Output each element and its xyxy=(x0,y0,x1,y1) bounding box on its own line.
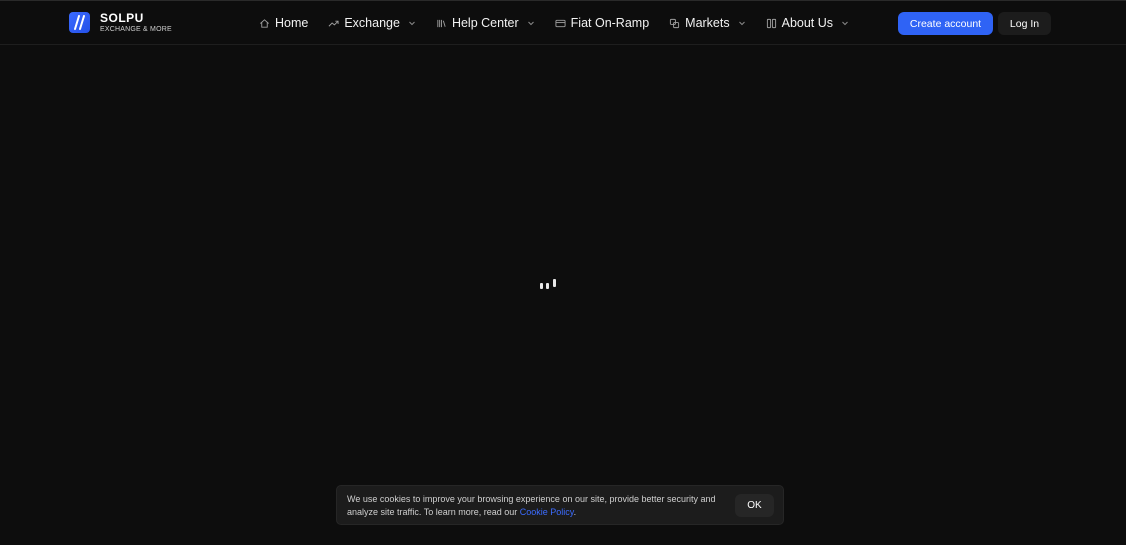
brand-logo[interactable]: SOLPU EXCHANGE & MORE xyxy=(69,12,172,33)
nav-item-label: Help Center xyxy=(451,16,519,30)
brand-name: SOLPU xyxy=(100,11,144,25)
chevron-down-icon xyxy=(738,19,746,27)
cookie-banner: We use cookies to improve your browsing … xyxy=(336,485,784,525)
logo-text: SOLPU EXCHANGE & MORE xyxy=(100,12,172,33)
top-navbar: SOLPU EXCHANGE & MORE Home Exchange Help… xyxy=(0,1,1126,45)
nav-item-about-us[interactable]: About Us xyxy=(766,16,849,30)
nav-item-fiat-on-ramp[interactable]: Fiat On-Ramp xyxy=(555,16,650,30)
nav-item-help-center[interactable]: Help Center xyxy=(436,16,535,30)
chevron-down-icon xyxy=(527,19,535,27)
loader-bar xyxy=(540,283,543,289)
loading-bars-icon xyxy=(540,279,558,289)
nav-item-label: Markets xyxy=(685,16,730,30)
main-nav: Home Exchange Help Center Fiat On-Ramp M… xyxy=(259,1,869,45)
loader-bar xyxy=(546,283,549,289)
nav-item-label: Home xyxy=(275,16,309,30)
card-transfer-icon xyxy=(555,18,566,29)
create-account-button[interactable]: Create account xyxy=(898,12,993,35)
cookie-suffix: . xyxy=(573,507,577,517)
nav-item-exchange[interactable]: Exchange xyxy=(328,16,416,30)
nav-item-markets[interactable]: Markets xyxy=(669,16,745,30)
loader-bar xyxy=(553,279,556,287)
book-icon xyxy=(436,18,447,29)
page: SOLPU EXCHANGE & MORE Home Exchange Help… xyxy=(0,0,1126,545)
nav-item-label: Fiat On-Ramp xyxy=(570,16,650,30)
coins-icon xyxy=(669,18,680,29)
chevron-down-icon xyxy=(841,19,849,27)
logo-icon xyxy=(69,12,90,33)
home-icon xyxy=(259,18,270,29)
nav-item-label: About Us xyxy=(781,16,834,30)
trending-up-icon xyxy=(328,18,339,29)
cookie-ok-button[interactable]: OK xyxy=(735,494,774,517)
login-button[interactable]: Log In xyxy=(998,12,1051,35)
nav-item-label: Exchange xyxy=(344,16,400,30)
chevron-down-icon xyxy=(408,19,416,27)
cookie-message: We use cookies to improve your browsing … xyxy=(347,493,727,519)
nav-item-home[interactable]: Home xyxy=(259,16,308,30)
brand-tagline: EXCHANGE & MORE xyxy=(100,26,172,33)
grid-icon xyxy=(766,18,777,29)
cookie-policy-link[interactable]: Cookie Policy xyxy=(520,507,574,517)
